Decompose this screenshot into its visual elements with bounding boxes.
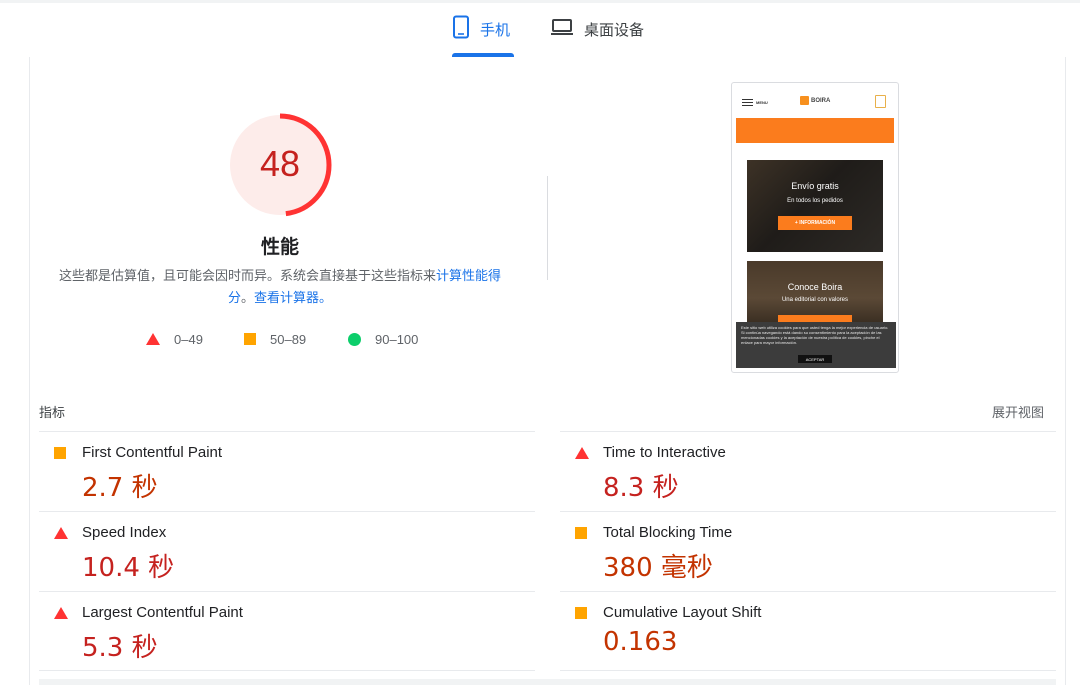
metric-value: 10.4 秒 — [82, 553, 175, 583]
preview-cookie-banner: Este sitio web utiliza cookies para que … — [736, 322, 896, 368]
hamburger-icon — [742, 99, 753, 106]
legend-average-label: 50–89 — [270, 331, 307, 347]
cookie-accept-button: ACEPTAR — [798, 355, 832, 363]
red-triangle-icon — [146, 333, 160, 345]
metrics-heading: 指标 — [39, 406, 66, 421]
metric-cumulative-layout-shift: Cumulative Layout Shift 0.163 — [560, 591, 1040, 671]
metric-label: Speed Index — [82, 524, 167, 541]
smartphone-icon — [452, 15, 470, 44]
promo-shipping-button: + INFORMACIÓN — [778, 216, 852, 230]
tab-mobile[interactable]: 手机 — [452, 3, 514, 55]
metric-speed-index: Speed Index 10.4 秒 — [39, 511, 519, 591]
metric-value: 8.3 秒 — [603, 473, 679, 503]
page-screenshot-preview: MENU BOIRA Envío gratis En todos los ped… — [731, 82, 899, 373]
preview-logo-text: BOIRA — [811, 97, 831, 104]
card-border-left — [29, 57, 30, 685]
expand-view-toggle[interactable]: 展开视图 — [992, 402, 1044, 421]
device-tabbar: 手机 桌面设备 — [0, 3, 1080, 57]
preview-menu-label: MENU — [756, 100, 768, 105]
card-border-right — [1065, 57, 1066, 685]
red-triangle-icon — [575, 447, 589, 459]
metric-label: Cumulative Layout Shift — [603, 604, 762, 621]
legend-average: 50–89 — [244, 330, 306, 348]
promo-shipping-subtitle: En todos los pedidos — [787, 198, 843, 204]
cart-icon — [875, 95, 886, 108]
promo-about-subtitle: Una editorial con valores — [781, 297, 849, 303]
preview-logo: BOIRA — [800, 96, 830, 105]
orange-square-icon — [54, 447, 66, 459]
boira-logo-icon — [800, 96, 809, 105]
description-separator: 。 — [240, 291, 254, 306]
metrics-divider — [39, 670, 535, 671]
description-text: 这些都是估算值，且可能会因时而异。系统会直接基于这些指标来 — [58, 269, 436, 284]
metric-label: Total Blocking Time — [603, 524, 733, 541]
preview-menu: MENU — [742, 99, 768, 106]
calculator-link[interactable]: 查看计算器。 — [254, 291, 332, 306]
promo-shipping-title: Envío gratis — [791, 181, 839, 191]
orange-square-icon — [244, 333, 256, 345]
metric-time-to-interactive: Time to Interactive 8.3 秒 — [560, 431, 1040, 511]
active-tab-indicator — [452, 53, 514, 57]
metric-value: 5.3 秒 — [82, 633, 158, 663]
section-divider — [547, 176, 548, 280]
metric-label: Largest Contentful Paint — [82, 604, 243, 621]
preview-promo-shipping: Envío gratis En todos los pedidos + INFO… — [747, 160, 883, 252]
legend-pass: 90–100 — [348, 330, 418, 348]
performance-score: 48 — [259, 143, 301, 184]
performance-title: 性能 — [260, 236, 299, 258]
metrics-divider — [560, 670, 1056, 671]
preview-orange-banner — [736, 118, 894, 143]
metric-value: 0.163 — [603, 627, 678, 657]
metric-label: First Contentful Paint — [82, 444, 223, 461]
metric-largest-contentful-paint: Largest Contentful Paint 5.3 秒 — [39, 591, 519, 671]
cookie-text: Este sitio web utiliza cookies para que … — [741, 325, 889, 345]
red-triangle-icon — [54, 527, 68, 539]
metric-total-blocking-time: Total Blocking Time 380 毫秒 — [560, 511, 1040, 591]
metric-value: 2.7 秒 — [82, 473, 158, 503]
green-circle-icon — [348, 332, 361, 346]
legend-fail: 0–49 — [146, 330, 203, 348]
red-triangle-icon — [54, 607, 68, 619]
laptop-icon — [550, 17, 574, 42]
promo-about-title: Conoce Boira — [787, 282, 843, 292]
bottom-scroll-edge — [39, 679, 1056, 685]
legend-fail-label: 0–49 — [174, 331, 203, 347]
preview-promo-about: Conoce Boira Una editorial con valores — [747, 261, 883, 323]
metric-first-contentful-paint: First Contentful Paint 2.7 秒 — [39, 431, 519, 511]
tab-desktop[interactable]: 桌面设备 — [550, 3, 660, 55]
tab-desktop-label: 桌面设备 — [584, 20, 645, 39]
orange-square-icon — [575, 527, 587, 539]
metric-label: Time to Interactive — [603, 444, 726, 461]
legend-pass-label: 90–100 — [375, 331, 419, 347]
metric-value: 380 毫秒 — [603, 553, 713, 583]
orange-square-icon — [575, 607, 587, 619]
score-description: 这些都是估算值，且可能会因时而异。系统会直接基于这些指标来计算性能得分。查看计算… — [50, 266, 510, 310]
tab-mobile-label: 手机 — [480, 20, 511, 39]
